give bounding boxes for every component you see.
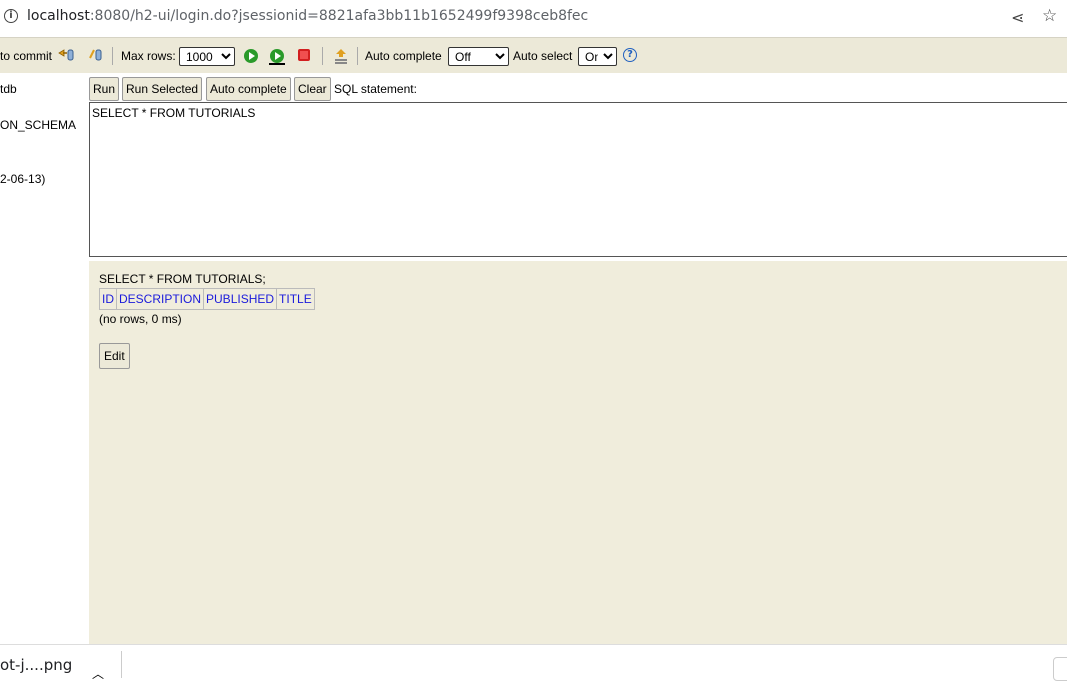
browser-url-bar[interactable]: i localhost:8080/h2-ui/login.do?jsession… [0, 0, 1067, 36]
auto-select-label: Auto select [513, 49, 573, 63]
site-info-icon[interactable]: i [4, 9, 18, 23]
auto-complete-label: Auto complete [365, 49, 442, 63]
rollback-icon[interactable] [57, 48, 75, 65]
auto-complete-button[interactable]: Auto complete [206, 77, 291, 101]
database-tree-panel: tdb ON_SCHEMA 2-06-13) [0, 74, 89, 644]
downloads-divider [121, 651, 122, 678]
toolbar-separator [357, 47, 358, 65]
run-selected-icon[interactable] [268, 48, 286, 69]
max-rows-label: Max rows: [121, 49, 176, 63]
address-field[interactable]: localhost:8080/h2-ui/login.do?jsessionid… [27, 8, 588, 24]
executed-statement: SELECT * FROM TUTORIALS; [99, 272, 266, 286]
history-icon[interactable] [333, 48, 349, 69]
tree-item-information-schema[interactable]: ON_SCHEMA [0, 118, 76, 132]
toolbar-separator [322, 47, 323, 65]
download-item-name[interactable]: ot-j....png [0, 656, 72, 674]
tree-item-version: 2-06-13) [0, 172, 46, 186]
url-path: :8080/h2-ui/login.do?jsessionid=8821afa3… [89, 8, 589, 24]
help-icon[interactable]: ? [623, 48, 637, 62]
sql-statement-input[interactable]: SELECT * FROM TUTORIALS [89, 102, 1067, 257]
result-table: ID DESCRIPTION PUBLISHED TITLE [99, 288, 315, 310]
run-button[interactable]: Run [89, 77, 120, 101]
result-summary: (no rows, 0 ms) [99, 312, 182, 326]
toolbar-separator [112, 47, 113, 65]
column-header-description[interactable]: DESCRIPTION [115, 288, 205, 310]
auto-commit-label: to commit [0, 49, 53, 63]
column-header-published[interactable]: PUBLISHED [203, 288, 278, 310]
edit-button[interactable]: Edit [99, 343, 130, 369]
column-header-id[interactable]: ID [99, 288, 117, 310]
run-icon[interactable] [243, 48, 259, 67]
stop-icon[interactable] [297, 48, 311, 65]
column-header-title[interactable]: TITLE [276, 288, 315, 310]
run-selected-button[interactable]: Run Selected [122, 77, 203, 101]
downloads-bar: ot-j....png ︿ [0, 644, 1067, 681]
auto-select-select[interactable]: On [578, 47, 617, 66]
commit-icon[interactable] [88, 48, 104, 65]
clear-button[interactable]: Clear [294, 77, 331, 101]
auto-complete-select[interactable]: Off [448, 47, 509, 66]
chevron-up-icon[interactable]: ︿ [92, 665, 104, 682]
query-panel: Run Run Selected Auto complete Clear SQL… [89, 74, 1067, 260]
sql-statement-label: SQL statement: [334, 82, 417, 96]
url-host: localhost [27, 8, 90, 24]
tree-item-database[interactable]: tdb [0, 82, 17, 96]
result-panel: SELECT * FROM TUTORIALS; ID DESCRIPTION … [89, 261, 1067, 644]
bookmark-star-icon[interactable]: ☆ [1042, 6, 1057, 26]
max-rows-select[interactable]: 1000 [179, 47, 235, 66]
share-icon[interactable]: ⋖ [1011, 8, 1024, 27]
h2-toolbar: to commit Max rows: 1000 Auto complete O… [0, 37, 1067, 73]
show-all-downloads-button[interactable] [1053, 657, 1067, 681]
